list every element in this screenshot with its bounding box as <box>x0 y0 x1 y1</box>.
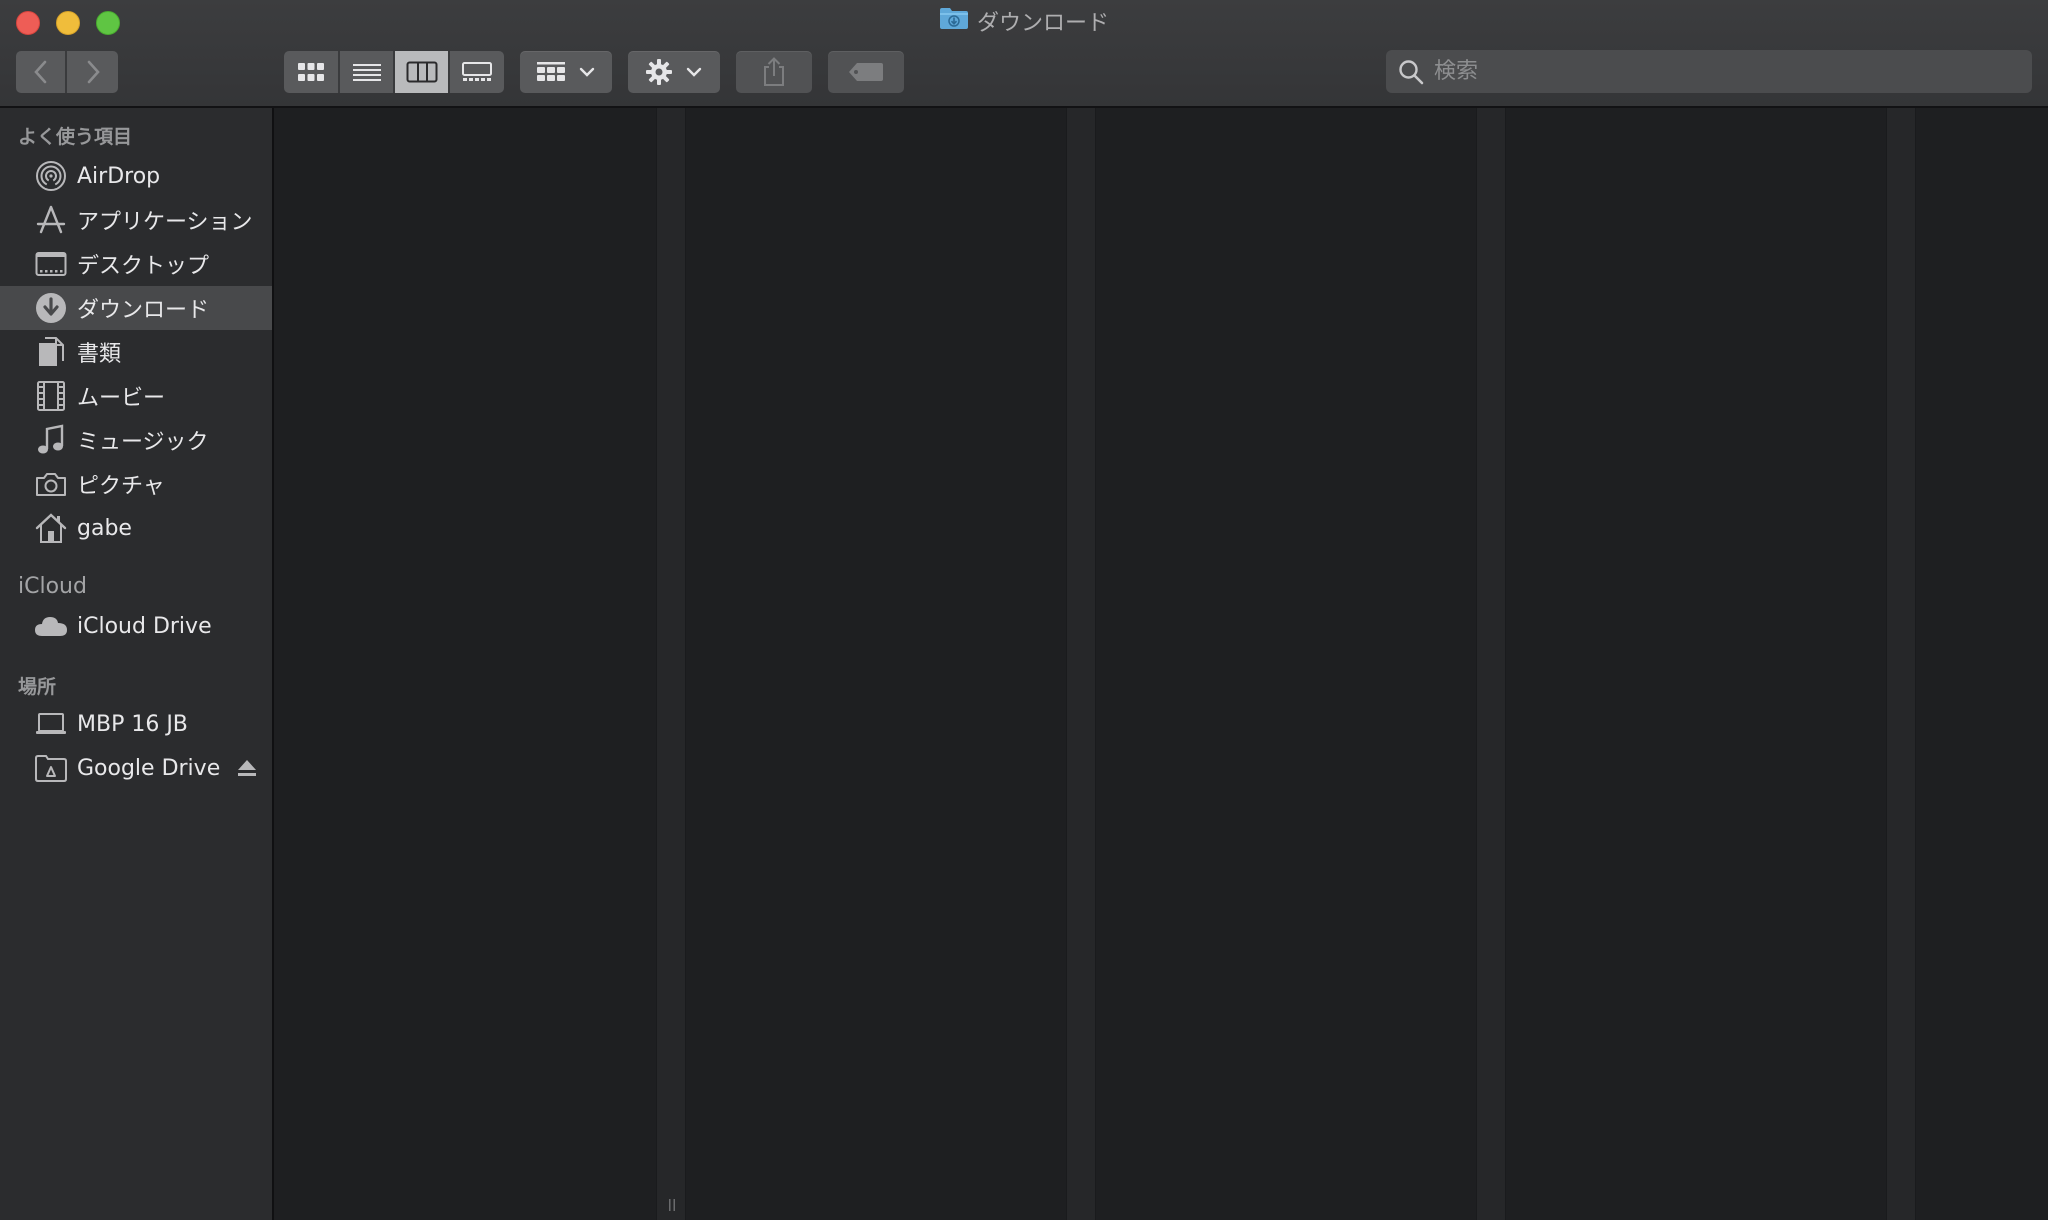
sidebar-item-label: ムービー <box>77 386 166 411</box>
sidebar: よく使う項目 AirDrop アプリケーション デスクトップ ダウンロード 書類ムービー… <box>0 108 274 1220</box>
sidebar-item[interactable]: ダウンロード <box>0 286 272 330</box>
icloud-header: iCloud <box>18 574 87 599</box>
chevron-down-icon <box>686 67 702 77</box>
column-view-button[interactable] <box>395 51 450 93</box>
documents-icon <box>34 335 68 369</box>
sidebar-item-label: iCloud Drive <box>77 613 212 639</box>
sidebar-item[interactable]: iCloud Drive <box>0 604 272 648</box>
back-button[interactable] <box>16 51 67 93</box>
sidebar-item-label: AirDrop <box>77 163 161 189</box>
finder-window: ダウンロード 検索 よく使う項目 AirDrop アプリケーション デスクトップ… <box>0 0 2048 1220</box>
window-title-text: ダウンロード <box>976 11 1109 36</box>
column-view-icon <box>406 61 437 83</box>
sidebar-item-label: デスクトップ <box>77 254 210 279</box>
column-browser <box>274 108 2048 1220</box>
laptop-icon <box>34 707 68 741</box>
sidebar-item-label: MBP 16 JB <box>77 711 188 737</box>
sidebar-item[interactable]: ミュージック <box>0 418 272 462</box>
downloads-folder-icon <box>939 6 969 38</box>
gallery-view-button[interactable] <box>450 51 504 93</box>
group-button[interactable] <box>520 51 612 93</box>
column-3[interactable] <box>1096 108 1476 1220</box>
sidebar-item[interactable]: ムービー <box>0 374 272 418</box>
search-field[interactable] <box>1386 50 2032 93</box>
sidebar-item[interactable]: デスクトップ <box>0 242 272 286</box>
sidebar-item[interactable]: ピクチャ <box>0 462 272 506</box>
movies-icon <box>34 379 68 413</box>
downloads-icon <box>34 291 68 325</box>
favorites-header: よく使う項目 <box>18 126 133 148</box>
music-icon <box>34 423 68 457</box>
locations-header: 場所 <box>18 676 57 698</box>
share-icon <box>764 57 784 86</box>
share-button[interactable] <box>736 51 812 93</box>
sidebar-item[interactable]: Google Drive <box>0 746 272 790</box>
search-input[interactable] <box>1432 58 2016 85</box>
icon-view-icon <box>298 63 324 81</box>
tag-button[interactable] <box>828 51 904 93</box>
group-icon <box>537 62 565 81</box>
gallery-view-icon <box>462 62 492 81</box>
airdrop-icon <box>34 159 68 193</box>
cloud-icon <box>34 609 68 643</box>
window-title: ダウンロード <box>0 8 2048 40</box>
sidebar-item-label: ピクチャ <box>77 474 165 499</box>
list-view-icon <box>352 64 381 81</box>
action-button[interactable] <box>628 51 720 93</box>
sidebar-item-label: アプリケーション <box>77 210 253 235</box>
column-divider-4[interactable] <box>1886 108 1916 1220</box>
view-mode-control <box>284 51 504 93</box>
column-5[interactable] <box>1916 108 2048 1220</box>
sidebar-item[interactable]: gabe <box>0 506 272 550</box>
sidebar-item[interactable]: AirDrop <box>0 154 272 198</box>
column-1[interactable] <box>274 108 656 1220</box>
forward-icon <box>87 60 100 84</box>
pictures-icon <box>34 467 68 501</box>
column-divider-2[interactable] <box>1066 108 1096 1220</box>
applications-icon <box>34 203 68 237</box>
toolbar: ダウンロード <box>0 0 2048 108</box>
column-resize-grip-icon[interactable] <box>667 1198 677 1212</box>
sidebar-item-label: Google Drive <box>77 755 221 781</box>
sidebar-item-label: ミュージック <box>77 430 209 455</box>
desktop-icon <box>34 247 68 281</box>
sidebar-item[interactable]: アプリケーション <box>0 198 272 242</box>
column-divider-1[interactable] <box>656 108 686 1220</box>
gear-icon <box>646 59 672 85</box>
sidebar-item-label: gabe <box>77 515 132 541</box>
sidebar-item-label: ダウンロード <box>77 298 210 323</box>
sidebar-item[interactable]: MBP 16 JB <box>0 702 272 746</box>
nav-buttons <box>16 51 118 93</box>
sidebar-item-label: 書類 <box>77 342 122 367</box>
home-icon <box>34 511 68 545</box>
column-4[interactable] <box>1506 108 1886 1220</box>
search-icon <box>1399 59 1424 84</box>
tag-icon <box>849 63 883 81</box>
drive-folder-icon <box>34 751 68 785</box>
column-divider-3[interactable] <box>1476 108 1506 1220</box>
back-icon <box>33 60 46 84</box>
forward-button[interactable] <box>67 51 118 93</box>
sidebar-item[interactable]: 書類 <box>0 330 272 374</box>
list-view-button[interactable] <box>340 51 395 93</box>
column-2[interactable] <box>686 108 1066 1220</box>
chevron-down-icon <box>579 67 595 77</box>
icon-view-button[interactable] <box>284 51 340 93</box>
eject-icon[interactable] <box>236 758 258 782</box>
